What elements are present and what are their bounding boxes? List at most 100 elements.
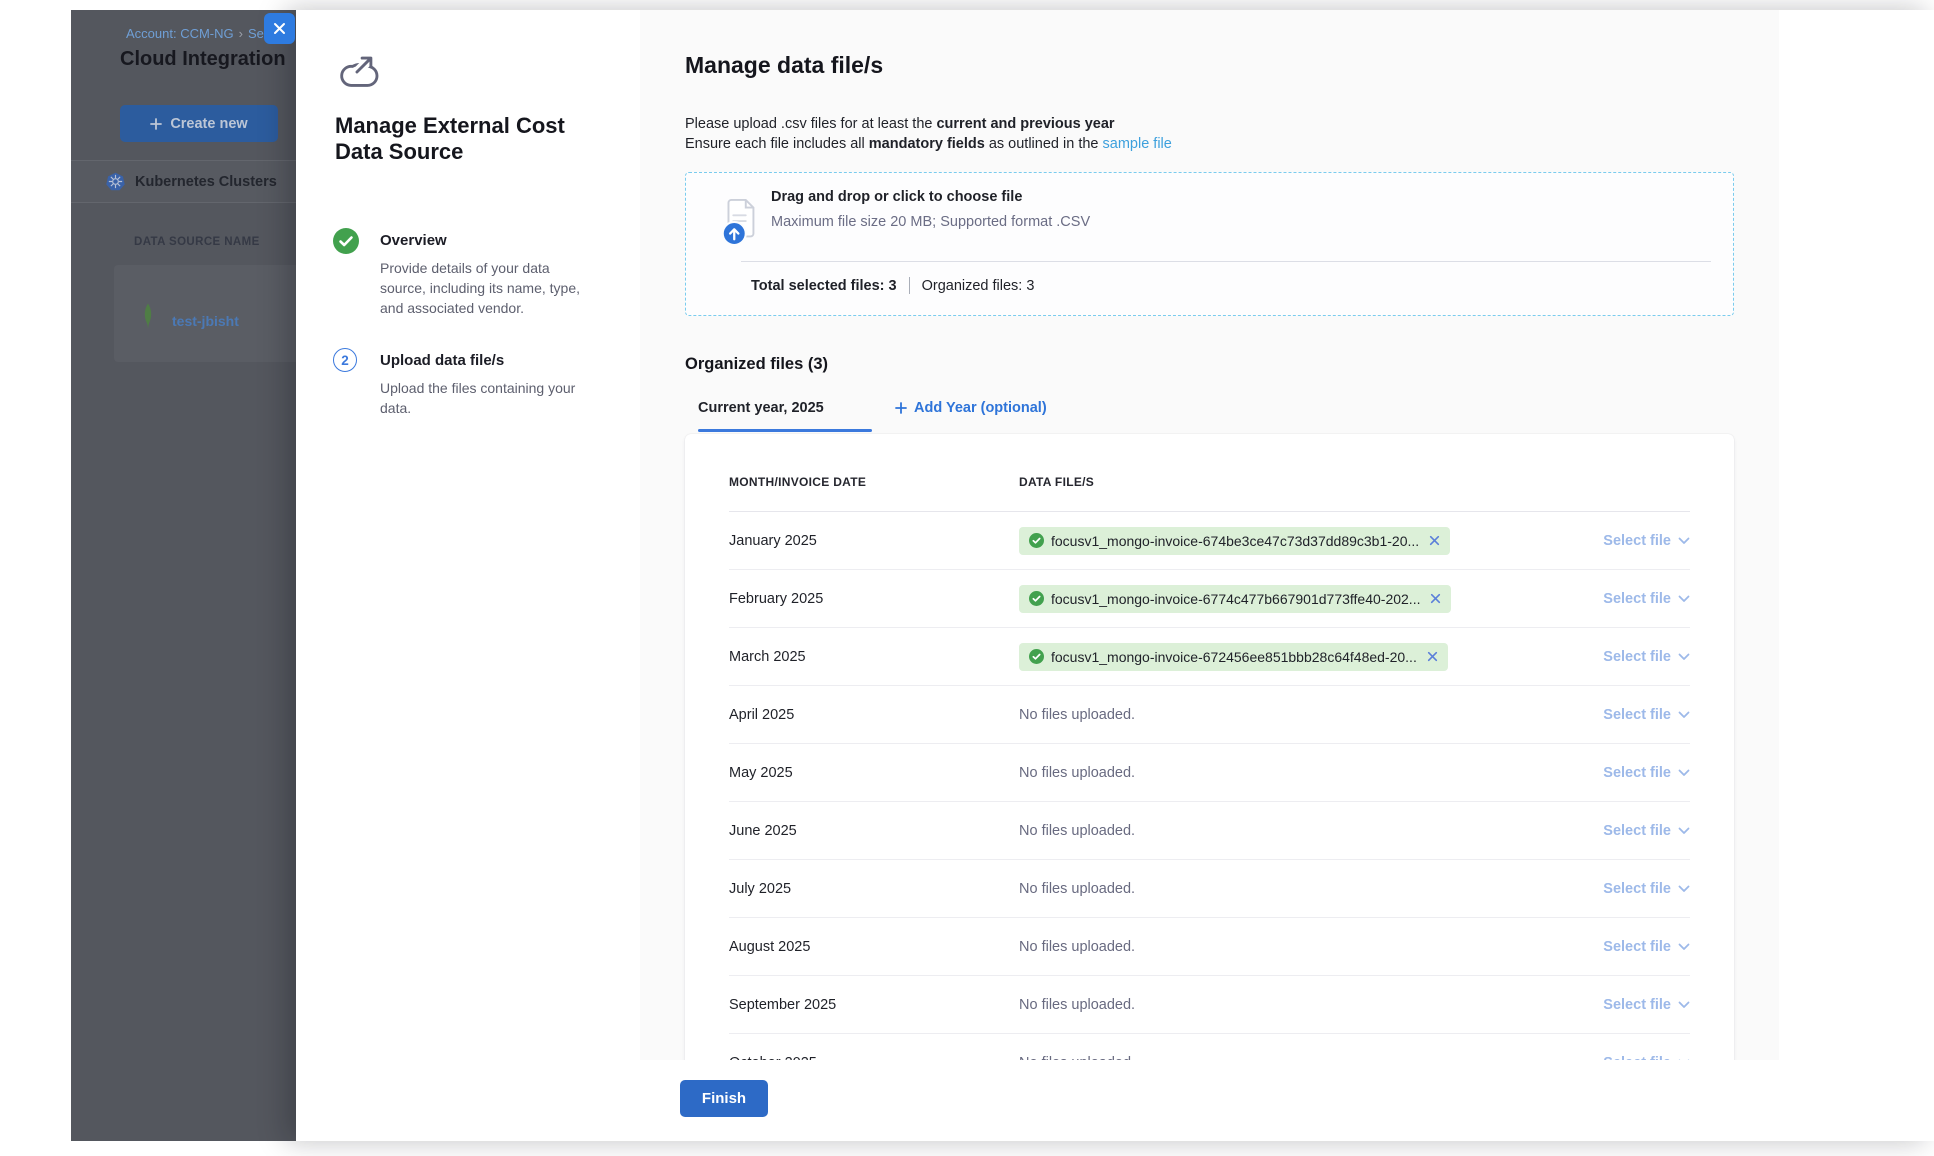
active-tab-underline xyxy=(698,429,872,432)
select-file-label: Select file xyxy=(1603,649,1671,665)
select-file-label: Select file xyxy=(1603,881,1671,897)
sample-file-link[interactable]: sample file xyxy=(1103,136,1172,152)
table-row: January 2025 focusv1_mongo-invoice-674be… xyxy=(729,512,1690,570)
step-upload-description: Upload the files containing your data. xyxy=(380,378,592,418)
chevron-down-icon xyxy=(1678,1059,1690,1061)
instruction-line-1: Please upload .csv files for at least th… xyxy=(685,114,1172,134)
table-row: September 2025 No files uploaded. Select… xyxy=(729,976,1690,1034)
add-year-button[interactable]: Add Year (optional) xyxy=(895,400,1047,416)
step-overview-label: Overview xyxy=(380,232,447,249)
wizard-title: Manage External Cost Data Source xyxy=(335,113,570,166)
column-header-data-files: DATA FILE/S xyxy=(1019,475,1560,489)
tab-current-year[interactable]: Current year, 2025 xyxy=(698,400,824,416)
chevron-down-icon xyxy=(1678,595,1690,603)
select-file-dropdown[interactable]: Select file xyxy=(1603,765,1690,781)
select-file-dropdown[interactable]: Select file xyxy=(1603,591,1690,607)
monthly-files-card: MONTH/INVOICE DATE DATA FILE/S January 2… xyxy=(685,434,1734,1060)
tab-kubernetes-label: Kubernetes Clusters xyxy=(135,174,277,190)
remove-file-button[interactable] xyxy=(1429,535,1440,546)
table-row: June 2025 No files uploaded. Select file xyxy=(729,802,1690,860)
select-file-label: Select file xyxy=(1603,591,1671,607)
table-row: February 2025 focusv1_mongo-invoice-6774… xyxy=(729,570,1690,628)
file-stats: Total selected files: 3 Organized files:… xyxy=(751,277,1034,294)
manage-data-source-modal: Manage External Cost Data Source Overvie… xyxy=(296,10,1934,1141)
chevron-down-icon xyxy=(1678,769,1690,777)
tab-kubernetes-clusters[interactable]: Kubernetes Clusters xyxy=(71,161,296,203)
select-file-label: Select file xyxy=(1603,765,1671,781)
upload-instructions: Please upload .csv files for at least th… xyxy=(685,114,1172,154)
month-label: August 2025 xyxy=(729,939,1019,955)
chevron-down-icon xyxy=(1678,827,1690,835)
wizard-steps-panel: Manage External Cost Data Source Overvie… xyxy=(296,10,640,1141)
data-source-row: test-jbisht xyxy=(114,265,296,362)
remove-file-x-icon xyxy=(1427,651,1438,662)
empty-text: No files uploaded. xyxy=(1019,707,1135,723)
mongodb-leaf-icon xyxy=(141,303,155,329)
create-new-label: Create new xyxy=(170,116,247,132)
remove-file-x-icon xyxy=(1429,535,1440,546)
month-label: February 2025 xyxy=(729,591,1019,607)
dropzone-subtitle: Maximum file size 20 MB; Supported forma… xyxy=(771,214,1090,230)
create-new-button[interactable]: Create new xyxy=(120,105,278,142)
dropzone-title: Drag and drop or click to choose file xyxy=(771,189,1022,205)
total-selected-files: Total selected files: 3 xyxy=(751,278,897,294)
select-file-dropdown[interactable]: Select file xyxy=(1603,1055,1690,1061)
breadcrumb: Account: CCM-NG›Set xyxy=(126,26,268,41)
stats-separator xyxy=(909,277,910,294)
empty-text: No files uploaded. xyxy=(1019,939,1135,955)
month-label: April 2025 xyxy=(729,707,1019,723)
kubernetes-icon xyxy=(106,172,125,191)
chevron-down-icon xyxy=(1678,885,1690,893)
file-chip-label: focusv1_mongo-invoice-672456ee851bbb28c6… xyxy=(1051,649,1417,665)
divider xyxy=(741,261,1711,262)
file-dropzone[interactable]: Drag and drop or click to choose file Ma… xyxy=(685,172,1734,316)
select-file-label: Select file xyxy=(1603,533,1671,549)
file-chip: focusv1_mongo-invoice-672456ee851bbb28c6… xyxy=(1019,643,1448,671)
select-file-dropdown[interactable]: Select file xyxy=(1603,533,1690,549)
organized-files-heading: Organized files (3) xyxy=(685,355,828,374)
month-label: May 2025 xyxy=(729,765,1019,781)
select-file-dropdown[interactable]: Select file xyxy=(1603,939,1690,955)
select-file-label: Select file xyxy=(1603,1055,1671,1061)
month-label: June 2025 xyxy=(729,823,1019,839)
select-file-dropdown[interactable]: Select file xyxy=(1603,707,1690,723)
select-file-dropdown[interactable]: Select file xyxy=(1603,649,1690,665)
month-table-body: January 2025 focusv1_mongo-invoice-674be… xyxy=(685,512,1734,1060)
chevron-down-icon xyxy=(1678,943,1690,951)
breadcrumb-separator: › xyxy=(239,26,243,41)
page-title: Cloud Integration xyxy=(120,48,286,71)
table-row: August 2025 No files uploaded. Select fi… xyxy=(729,918,1690,976)
step-overview[interactable]: Overview Provide details of your data so… xyxy=(333,228,603,338)
empty-text: No files uploaded. xyxy=(1019,823,1135,839)
breadcrumb-account-link[interactable]: Account: CCM-NG xyxy=(126,26,234,41)
panel-title: Manage data file/s xyxy=(685,52,883,79)
chevron-down-icon xyxy=(1678,1001,1690,1009)
table-row: April 2025 No files uploaded. Select fil… xyxy=(729,686,1690,744)
step-upload-label: Upload data file/s xyxy=(380,352,504,369)
close-button[interactable] xyxy=(264,13,295,44)
remove-file-button[interactable] xyxy=(1427,651,1438,662)
select-file-dropdown[interactable]: Select file xyxy=(1603,881,1690,897)
step-overview-description: Provide details of your data source, inc… xyxy=(380,258,592,318)
step-upload-data-files[interactable]: 2 Upload data file/s Upload the files co… xyxy=(333,348,603,448)
select-file-dropdown[interactable]: Select file xyxy=(1603,997,1690,1013)
data-source-name-link[interactable]: test-jbisht xyxy=(172,313,239,329)
file-check-icon xyxy=(1029,649,1044,664)
file-check-icon xyxy=(1029,533,1044,548)
month-label: September 2025 xyxy=(729,997,1019,1013)
column-header-data-source-name: DATA SOURCE NAME xyxy=(134,236,260,248)
column-header-month: MONTH/INVOICE DATE xyxy=(729,475,1019,489)
add-year-label: Add Year (optional) xyxy=(914,400,1047,416)
finish-button[interactable]: Finish xyxy=(680,1080,768,1117)
file-check-icon xyxy=(1029,591,1044,606)
remove-file-button[interactable] xyxy=(1430,593,1441,604)
cloud-export-icon xyxy=(333,52,379,94)
remove-file-x-icon xyxy=(1430,593,1441,604)
select-file-label: Select file xyxy=(1603,997,1671,1013)
plus-icon xyxy=(895,402,907,414)
file-chip-label: focusv1_mongo-invoice-6774c477b667901d77… xyxy=(1051,591,1420,607)
select-file-label: Select file xyxy=(1603,823,1671,839)
select-file-label: Select file xyxy=(1603,707,1671,723)
table-row: October 2025 No files uploaded. Select f… xyxy=(729,1034,1690,1060)
select-file-dropdown[interactable]: Select file xyxy=(1603,823,1690,839)
